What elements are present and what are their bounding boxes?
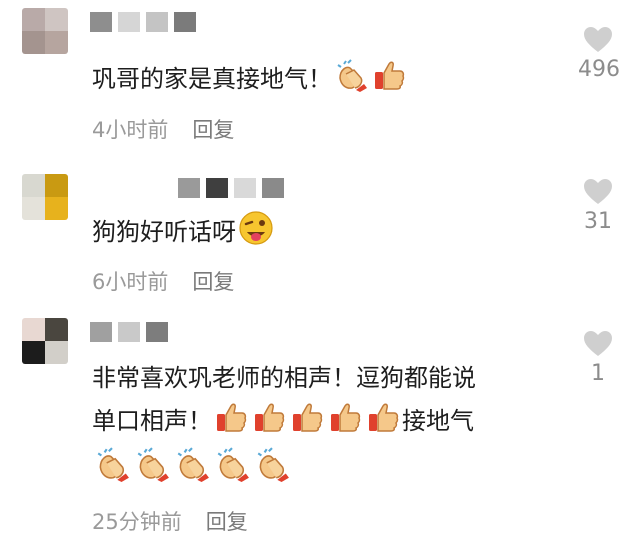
timestamp: 4小时前 <box>92 118 169 142</box>
username-blurred[interactable] <box>178 178 284 198</box>
comment-text: 狗狗好听话呀 <box>92 210 276 256</box>
reply-button[interactable]: 回复 <box>206 510 248 534</box>
like-button[interactable]: 496 <box>578 26 620 82</box>
comment-line-1: 非常喜欢巩老师的相声！逗狗都能说 <box>92 364 476 392</box>
reply-button[interactable]: 回复 <box>192 118 234 142</box>
avatar[interactable] <box>22 174 68 220</box>
clap-emoji <box>94 446 130 492</box>
clap-emoji <box>134 446 170 492</box>
thumbs-up-emoji <box>372 58 406 102</box>
clap-emoji <box>214 446 250 492</box>
timestamp: 6小时前 <box>92 270 169 294</box>
comment-text: 非常喜欢巩老师的相声！逗狗都能说 单口相声！ 接地气 <box>92 360 476 492</box>
username-blurred[interactable] <box>90 12 196 32</box>
clap-emoji <box>254 446 290 492</box>
like-button[interactable]: 31 <box>578 178 618 234</box>
timestamp: 25分钟前 <box>92 510 182 534</box>
like-count: 1 <box>591 361 605 386</box>
avatar[interactable] <box>22 318 68 364</box>
wink-tongue-emoji <box>238 210 274 256</box>
thumbs-up-emoji <box>252 400 286 444</box>
avatar[interactable] <box>22 8 68 54</box>
thumbs-up-emoji <box>366 400 400 444</box>
comment-meta: 4小时前 回复 <box>92 114 234 144</box>
clap-emoji <box>334 58 368 102</box>
comment-line-2: 单口相声！ 接地气 <box>92 400 476 444</box>
clap-emoji <box>174 446 210 492</box>
like-count: 496 <box>578 57 620 82</box>
username-blurred[interactable] <box>90 322 168 342</box>
like-count: 31 <box>584 209 612 234</box>
thumbs-up-emoji <box>214 400 248 444</box>
comment-meta: 6小时前 回复 <box>92 266 234 296</box>
heart-icon <box>584 179 612 204</box>
reply-button[interactable]: 回复 <box>192 270 234 294</box>
comment-line-3 <box>92 446 476 492</box>
heart-icon <box>584 331 612 356</box>
thumbs-up-emoji <box>290 400 324 444</box>
like-button[interactable]: 1 <box>578 330 618 386</box>
heart-icon <box>584 27 612 52</box>
comment-meta: 25分钟前 回复 <box>92 506 248 536</box>
thumbs-up-emoji <box>328 400 362 444</box>
comment-text: 巩哥的家是真接地气！ <box>92 58 408 102</box>
